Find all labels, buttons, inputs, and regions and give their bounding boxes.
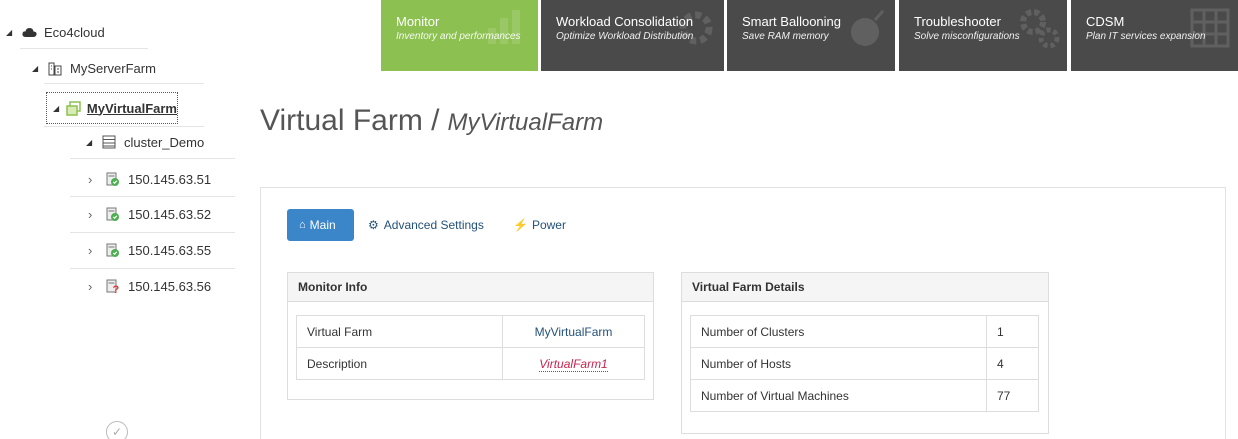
tab-monitor[interactable]: Monitor Inventory and performances: [381, 0, 538, 71]
tree-divider: [70, 268, 235, 269]
tree-item-eco4cloud[interactable]: ◢ Eco4cloud: [6, 18, 105, 46]
tab-troubleshooter[interactable]: Troubleshooter Solve misconfigurations: [899, 0, 1067, 71]
tree-item-label: 150.145.63.56: [128, 278, 212, 294]
description-editable-link[interactable]: VirtualFarm1: [539, 356, 608, 372]
tree-divider: [44, 126, 204, 127]
tab-smart-ballooning[interactable]: Smart Ballooning Save RAM memory: [727, 0, 895, 71]
bolt-icon: ⚡: [513, 218, 528, 232]
page-title: Virtual Farm / MyVirtualFarm: [260, 104, 603, 138]
virtual-farm-icon: [65, 100, 81, 116]
table-cell-value: 1: [986, 315, 1039, 348]
chevron-right-icon[interactable]: ›: [88, 279, 104, 294]
tab-advanced-settings[interactable]: ⚙ Advanced Settings: [368, 209, 484, 241]
tab-power-label: Power: [531, 218, 566, 232]
table-cell-value: VirtualFarm1: [502, 347, 645, 380]
tree-item-host[interactable]: › 150.145.63.52: [88, 200, 211, 228]
tree-divider: [70, 196, 235, 197]
virtual-farm-details-table: Number of Clusters 1 Number of Hosts 4 N…: [690, 315, 1039, 412]
home-icon: ⌂: [299, 219, 306, 231]
tree-divider: [70, 158, 235, 159]
tree-item-host[interactable]: › 150.145.63.51: [88, 165, 211, 193]
gears-icon: [1020, 9, 1060, 49]
cloud-icon: [20, 24, 38, 40]
bomb-icon: [851, 10, 885, 46]
table-cell-value: MyVirtualFarm: [502, 315, 645, 348]
tree-item-label: 150.145.63.51: [128, 171, 212, 187]
table-cell-label: Number of Hosts: [690, 347, 987, 380]
tree-divider: [20, 48, 148, 49]
expand-toggle-icon[interactable]: ◢: [32, 64, 46, 73]
table-cell-label: Description: [296, 347, 503, 380]
tree-divider: [70, 232, 235, 233]
tab-advanced-label: Advanced Settings: [383, 218, 484, 232]
tree-item-label: MyServerFarm: [70, 60, 156, 76]
expand-toggle-icon[interactable]: ◢: [53, 104, 65, 113]
tree-item-label: MyVirtualFarm: [86, 100, 177, 116]
bar-chart-icon: [488, 10, 520, 44]
table-row: Virtual Farm MyVirtualFarm: [296, 315, 645, 348]
expand-toggle-icon[interactable]: ◢: [6, 28, 20, 37]
tree-item-label: Eco4cloud: [44, 24, 105, 40]
inventory-tree: ◢ Eco4cloud ◢ MyServerFarm ◢ MyVirtualFa…: [0, 0, 245, 439]
tab-power[interactable]: ⚡ Power: [513, 209, 566, 241]
table-cell-label: Number of Virtual Machines: [690, 379, 987, 412]
expand-toggle-icon[interactable]: ◢: [86, 138, 100, 147]
table-cell-label: Virtual Farm: [296, 315, 503, 348]
tree-item-label: 150.145.63.52: [128, 206, 212, 222]
host-ok-icon: [104, 206, 122, 222]
tree-item-cluster-demo[interactable]: ◢ cluster_Demo: [86, 128, 204, 156]
table-cell-label: Number of Clusters: [690, 315, 987, 348]
table-row: Number of Clusters 1: [690, 315, 1039, 348]
monitor-info-heading: Monitor Info: [288, 273, 653, 302]
monitor-info-table: Virtual Farm MyVirtualFarm Description V…: [296, 315, 645, 380]
page-title-text: Virtual Farm /: [260, 104, 440, 137]
cogs-icon: ⚙: [368, 218, 379, 232]
grid-icon: [1190, 8, 1230, 48]
chevron-right-icon[interactable]: ›: [88, 243, 104, 258]
tree-item-myvirtualfarm[interactable]: ◢ MyVirtualFarm: [46, 92, 178, 124]
tab-cdsm[interactable]: CDSM Plan IT services expansion: [1071, 0, 1238, 71]
virtual-farm-details-heading: Virtual Farm Details: [682, 273, 1048, 302]
host-ok-icon: [104, 242, 122, 258]
tree-item-label: cluster_Demo: [124, 134, 205, 150]
tree-item-label: 150.145.63.55: [128, 242, 212, 258]
virtual-farm-link[interactable]: MyVirtualFarm: [535, 325, 613, 339]
tree-item-myserverfarm[interactable]: ◢ MyServerFarm: [32, 54, 156, 82]
tab-main-label: Main: [309, 218, 336, 232]
chevron-right-icon[interactable]: ›: [88, 207, 104, 222]
table-row: Number of Hosts 4: [690, 347, 1039, 380]
building-icon: [46, 60, 64, 76]
table-row: Number of Virtual Machines 77: [690, 379, 1039, 412]
tree-divider: [44, 83, 204, 84]
table-cell-value: 77: [986, 379, 1039, 412]
collapse-sidebar-icon[interactable]: ✓: [106, 421, 128, 439]
host-error-icon: ?: [104, 278, 122, 294]
host-ok-icon: [104, 171, 122, 187]
tab-main[interactable]: ⌂ Main: [287, 209, 354, 241]
tab-workload-consolidation[interactable]: Workload Consolidation Optimize Workload…: [541, 0, 724, 71]
page-subtitle: MyVirtualFarm: [447, 109, 604, 136]
cluster-icon: [100, 134, 118, 150]
chevron-right-icon[interactable]: ›: [88, 172, 104, 187]
svg-text:?: ?: [113, 284, 120, 294]
app-window: ◢ Eco4cloud ◢ MyServerFarm ◢ MyVirtualFa…: [0, 0, 1238, 439]
table-cell-value: 4: [986, 347, 1039, 380]
table-row: Description VirtualFarm1: [296, 347, 645, 380]
tree-item-host[interactable]: › 150.145.63.55: [88, 236, 211, 264]
gear-icon: [679, 11, 713, 45]
tree-item-host[interactable]: › ? 150.145.63.56: [88, 272, 211, 300]
